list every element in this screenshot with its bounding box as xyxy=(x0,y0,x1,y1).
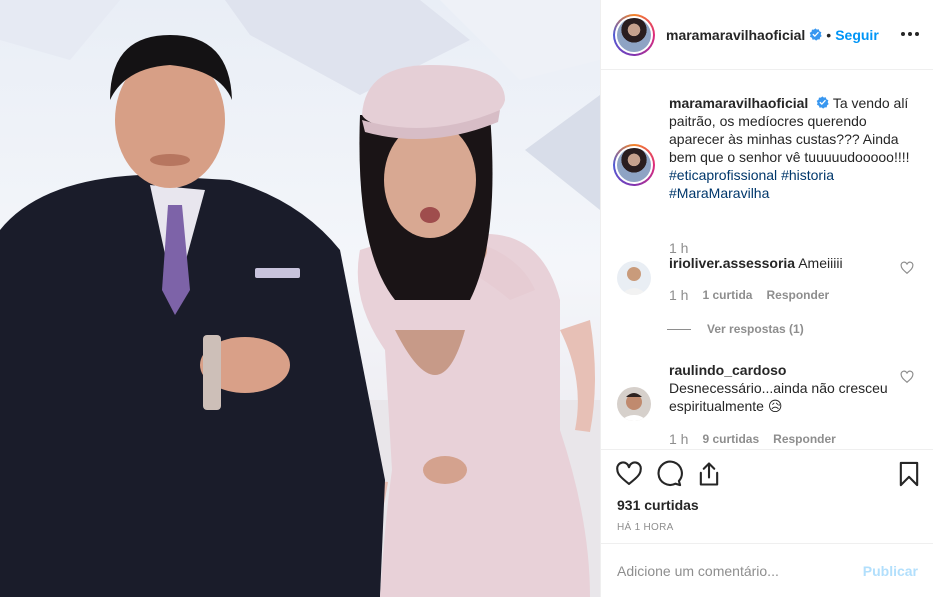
comment-input[interactable] xyxy=(617,562,863,579)
caption-avatar[interactable] xyxy=(613,144,655,186)
author-username[interactable]: maramaravilhaoficial xyxy=(666,27,805,43)
follow-button[interactable]: Seguir xyxy=(835,27,879,43)
hashtag-link[interactable]: #MaraMaravilha xyxy=(669,185,769,201)
comment-like-heart-icon[interactable] xyxy=(900,370,914,384)
reply-button[interactable]: Responder xyxy=(773,432,836,446)
view-replies-button[interactable]: Ver respostas (1) xyxy=(667,322,804,336)
verified-badge-icon xyxy=(809,28,822,41)
reply-button[interactable]: Responder xyxy=(766,288,829,302)
comment-likes[interactable]: 9 curtidas xyxy=(702,432,759,446)
comment-meta: 1 h 9 curtidas Responder xyxy=(669,431,836,447)
caption: maramaravilhaoficial Ta vendo alí paitrã… xyxy=(613,94,918,256)
post-photo[interactable] xyxy=(0,0,600,597)
comment-time[interactable]: 1 h xyxy=(669,287,688,303)
post-side-panel: maramaravilhaoficial • Seguir maramaravi… xyxy=(600,0,933,597)
likes-count[interactable]: 931 curtidas xyxy=(617,497,699,513)
view-replies-label: Ver respostas (1) xyxy=(707,322,804,336)
comment-time[interactable]: 1 h xyxy=(669,431,688,447)
verified-badge-icon xyxy=(816,96,829,109)
more-options-icon[interactable] xyxy=(900,24,920,44)
publish-button[interactable]: Publicar xyxy=(863,563,918,579)
comment-like-heart-icon[interactable] xyxy=(900,261,914,275)
heart-icon[interactable] xyxy=(615,460,643,488)
share-icon[interactable] xyxy=(695,460,723,488)
comment-item: raulindo_cardoso Desnecessário...ainda n… xyxy=(613,362,918,449)
comment-meta: 1 h 1 curtida Responder xyxy=(669,287,829,303)
comments-list[interactable]: maramaravilhaoficial Ta vendo alí paitrã… xyxy=(601,71,933,449)
comment-body: Ameiiiii xyxy=(798,255,843,271)
commenter-username[interactable]: raulindo_cardoso xyxy=(669,362,786,378)
commenter-avatar[interactable] xyxy=(617,261,651,295)
post-timestamp: HÁ 1 HORA xyxy=(617,522,674,533)
comment-bubble-icon[interactable] xyxy=(655,460,683,488)
post-header: maramaravilhaoficial • Seguir xyxy=(601,0,933,70)
caption-text: maramaravilhaoficial Ta vendo alí paitrã… xyxy=(669,94,914,202)
instagram-post: maramaravilhaoficial • Seguir maramaravi… xyxy=(0,0,933,597)
bookmark-icon[interactable] xyxy=(895,460,923,488)
add-comment-bar: Publicar xyxy=(601,543,933,597)
commenter-username[interactable]: irioliver.assessoria xyxy=(669,255,795,271)
hashtag-link[interactable]: #historia xyxy=(781,167,834,183)
replies-divider xyxy=(667,328,691,330)
comment-item: irioliver.assessoria Ameiiiii 1 h 1 curt… xyxy=(613,255,918,351)
sad-face-emoji: 😥 xyxy=(767,398,783,414)
header-separator: • xyxy=(826,26,832,43)
comment-text: irioliver.assessoria Ameiiiii xyxy=(669,254,889,272)
comment-likes[interactable]: 1 curtida xyxy=(702,288,752,302)
author-avatar-image xyxy=(617,17,651,52)
action-bar xyxy=(601,449,933,497)
comment-text: raulindo_cardoso Desnecessário...ainda n… xyxy=(669,361,889,415)
commenter-avatar[interactable] xyxy=(617,387,651,421)
caption-username[interactable]: maramaravilhaoficial xyxy=(669,95,808,111)
post-photo-illustration xyxy=(0,0,600,597)
author-avatar[interactable] xyxy=(613,13,655,56)
hashtag-link[interactable]: #eticaprofissional xyxy=(669,167,777,183)
